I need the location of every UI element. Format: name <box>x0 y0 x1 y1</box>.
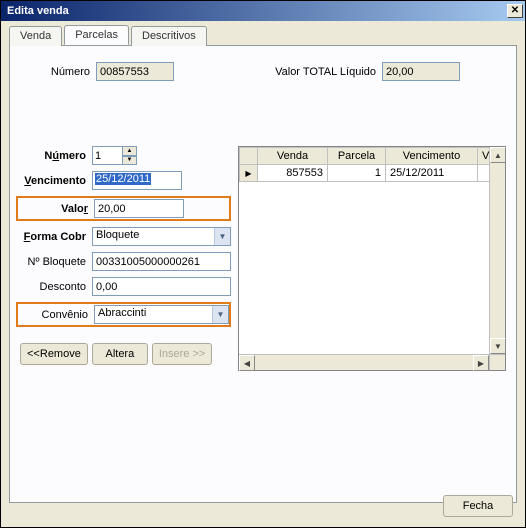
tab-panel-parcelas: Número Valor TOTAL Líquido Número ▲ ▼ <box>9 45 517 503</box>
spin-up-icon[interactable]: ▲ <box>122 146 137 156</box>
label-valor: Valor <box>18 203 94 215</box>
col-parcela[interactable]: Parcela <box>328 148 386 165</box>
label-desconto: Desconto <box>16 281 92 293</box>
scroll-left-icon[interactable]: ◀ <box>239 355 255 371</box>
tab-venda[interactable]: Venda <box>9 26 62 46</box>
col-vencimento[interactable]: Vencimento <box>386 148 478 165</box>
select-convenio-value: Abraccinti <box>95 306 212 323</box>
select-forma-value: Bloquete <box>93 228 214 245</box>
scrollbar-vertical[interactable]: ▲ ▼ <box>489 147 505 354</box>
table-row[interactable]: 857553 1 25/12/2011 <box>240 165 505 182</box>
select-convenio[interactable]: Abraccinti ▼ <box>94 305 229 324</box>
scroll-up-icon[interactable]: ▲ <box>490 147 506 163</box>
input-vencimento[interactable]: 25/12/2011 <box>92 171 182 190</box>
tab-descritivos[interactable]: Descritivos <box>131 26 207 46</box>
field-total-liquido <box>382 62 460 81</box>
spinner-numero[interactable]: ▲ ▼ <box>92 146 137 165</box>
label-vencimento: Vencimento <box>16 175 92 187</box>
footer: Fecha <box>443 495 513 517</box>
label-total-liquido: Valor TOTAL Líquido <box>275 66 376 78</box>
select-forma-cobr[interactable]: Bloquete ▼ <box>92 227 231 246</box>
chevron-down-icon[interactable]: ▼ <box>212 306 228 323</box>
titlebar: Edita venda ✕ <box>1 1 525 21</box>
scroll-down-icon[interactable]: ▼ <box>490 338 506 354</box>
window-title: Edita venda <box>7 5 507 17</box>
col-venda[interactable]: Venda <box>258 148 328 165</box>
field-numero-header <box>96 62 174 81</box>
input-bloquete[interactable] <box>92 252 231 271</box>
grid-corner-header <box>240 148 258 165</box>
fecha-button[interactable]: Fecha <box>443 495 513 517</box>
chevron-down-icon[interactable]: ▼ <box>214 228 230 245</box>
spin-down-icon[interactable]: ▼ <box>122 156 137 166</box>
left-column: Número ▲ ▼ Vencimento 25/12/2011 <box>16 146 231 365</box>
input-numero[interactable] <box>92 146 122 165</box>
action-button-row: << Remove Altera Insere >> <box>16 343 231 365</box>
label-bloquete: Nº Bloquete <box>16 256 92 268</box>
scroll-right-icon[interactable]: ▶ <box>473 355 489 371</box>
close-icon: ✕ <box>511 6 519 16</box>
scroll-corner <box>489 354 505 370</box>
remove-button[interactable]: << Remove <box>20 343 88 365</box>
label-convenio: Convênio <box>18 309 94 321</box>
insere-button: Insere >> <box>152 343 212 365</box>
label-numero-header: Número <box>40 66 90 78</box>
grid-header-row: Venda Parcela Vencimento Valo <box>240 148 505 165</box>
grid-parcelas[interactable]: Venda Parcela Vencimento Valo 857553 1 2… <box>238 146 506 371</box>
scrollbar-horizontal[interactable]: ◀ ▶ <box>239 354 489 370</box>
close-button[interactable]: ✕ <box>507 4 523 18</box>
tab-parcelas[interactable]: Parcelas <box>64 25 129 45</box>
cell-venda: 857553 <box>258 165 328 182</box>
input-desconto[interactable] <box>92 277 231 296</box>
tabstrip: Venda Parcelas Descritivos <box>9 25 517 45</box>
cell-vencimento: 25/12/2011 <box>386 165 478 182</box>
altera-button[interactable]: Altera <box>92 343 148 365</box>
client-area: Venda Parcelas Descritivos Número Valor … <box>1 21 525 527</box>
row-indicator-icon <box>240 165 258 182</box>
input-valor[interactable] <box>94 199 184 218</box>
top-row: Número Valor TOTAL Líquido <box>20 62 506 81</box>
cell-parcela: 1 <box>328 165 386 182</box>
label-numero: Número <box>16 150 92 162</box>
label-forma-cobr: Forma Cobr <box>16 231 92 243</box>
